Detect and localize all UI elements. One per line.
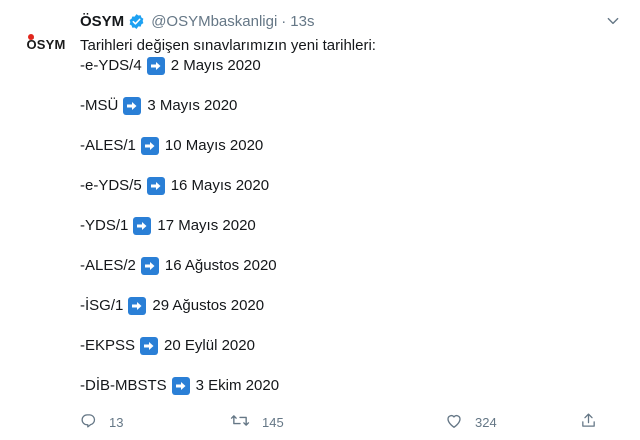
- exam-line: -ALES/2 16 Ağustos 2020: [80, 256, 620, 276]
- share-icon: [580, 412, 597, 432]
- exam-line: -e-YDS/5 16 Mayıs 2020: [80, 176, 620, 196]
- right-arrow-emoji-icon: [140, 337, 159, 355]
- avatar[interactable]: ÖSYM: [22, 20, 70, 68]
- tweet-actions: 13 145 324: [80, 410, 620, 434]
- tweet[interactable]: ÖSYM ÖSYM @OSYMbaskanligi · 13s Tarihler…: [0, 0, 640, 440]
- osym-logo: ÖSYM: [26, 33, 65, 52]
- exam-date: 3 Ekim 2020: [195, 377, 280, 394]
- right-arrow-emoji-icon: [171, 377, 190, 395]
- exam-name: -e-YDS/5: [80, 177, 142, 194]
- verified-badge-icon: [128, 13, 145, 30]
- exam-line: -MSÜ 3 Mayıs 2020: [80, 96, 620, 116]
- exam-line: -EKPSS 20 Eylül 2020: [80, 336, 620, 356]
- exam-date: 10 Mayıs 2020: [164, 137, 264, 154]
- heart-icon: [445, 412, 463, 432]
- tweet-text: Tarihleri değişen sınavlarımızın yeni ta…: [80, 36, 620, 396]
- tweet-intro: Tarihleri değişen sınavlarımızın yeni ta…: [80, 37, 376, 54]
- exam-line: -YDS/1 17 Mayıs 2020: [80, 216, 620, 236]
- reply-button[interactable]: 13: [80, 412, 230, 432]
- exam-line: -İSG/1 29 Ağustos 2020: [80, 296, 620, 316]
- exam-date: 16 Ağustos 2020: [164, 257, 277, 274]
- like-count: 324: [475, 414, 497, 430]
- exam-line: -ALES/1 10 Mayıs 2020: [80, 136, 620, 156]
- right-arrow-emoji-icon: [133, 217, 152, 235]
- exam-date: 20 Eylül 2020: [164, 337, 255, 354]
- exam-name: -MSÜ: [80, 97, 119, 114]
- separator: ·: [281, 12, 287, 30]
- right-arrow-emoji-icon: [123, 97, 142, 115]
- exam-date: 16 Mayıs 2020: [170, 177, 270, 194]
- chevron-down-icon[interactable]: [602, 10, 624, 32]
- like-button[interactable]: 324: [445, 412, 580, 432]
- exam-name: -DİB-MBSTS: [80, 377, 167, 394]
- exam-name: -ALES/1: [80, 137, 136, 154]
- author-handle[interactable]: @OSYMbaskanligi: [151, 13, 277, 30]
- right-arrow-emoji-icon: [140, 137, 159, 155]
- exam-date: 29 Ağustos 2020: [152, 297, 265, 314]
- retweet-icon: [230, 412, 250, 432]
- exam-name: -e-YDS/4: [80, 57, 142, 74]
- exam-line: -e-YDS/4 2 Mayıs 2020: [80, 56, 620, 76]
- retweet-button[interactable]: 145: [230, 412, 445, 432]
- tweet-header: ÖSYM @OSYMbaskanligi · 13s: [80, 10, 314, 32]
- right-arrow-emoji-icon: [140, 257, 159, 275]
- exam-date: 17 Mayıs 2020: [157, 217, 256, 234]
- author-name[interactable]: ÖSYM: [80, 13, 124, 30]
- right-arrow-emoji-icon: [128, 297, 147, 315]
- exam-date: 2 Mayıs 2020: [170, 57, 261, 74]
- exam-name: -YDS/1: [80, 217, 129, 234]
- exam-line: -DİB-MBSTS 3 Ekim 2020: [80, 376, 620, 396]
- exam-date: 3 Mayıs 2020: [147, 97, 238, 114]
- tweet-time[interactable]: 13s: [290, 13, 314, 30]
- exam-name: -EKPSS: [80, 337, 136, 354]
- share-button[interactable]: [580, 412, 597, 432]
- retweet-count: 145: [262, 414, 284, 430]
- reply-count: 13: [109, 414, 124, 430]
- exam-name: -İSG/1: [80, 297, 124, 314]
- reply-icon: [80, 412, 97, 432]
- right-arrow-emoji-icon: [146, 177, 165, 195]
- exam-name: -ALES/2: [80, 257, 136, 274]
- right-arrow-emoji-icon: [146, 57, 165, 75]
